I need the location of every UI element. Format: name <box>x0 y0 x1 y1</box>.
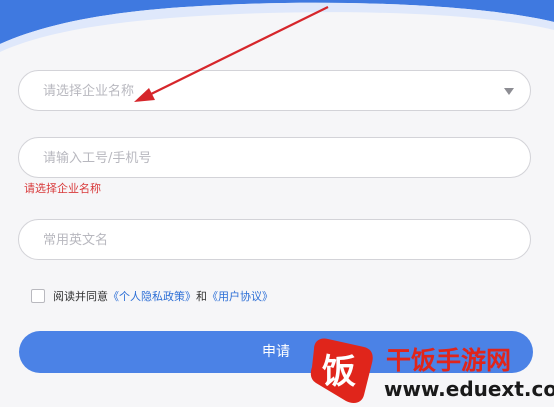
agreement-text: 阅读并同意《个人隐私政策》和《用户协议》 <box>53 288 273 304</box>
site-logo-icon: 饭 <box>310 338 373 403</box>
checkbox-icon[interactable] <box>31 289 45 303</box>
company-select[interactable]: 请选择企业名称 <box>18 70 531 111</box>
site-logo-glyph: 饭 <box>322 352 356 392</box>
english-name-placeholder: 常用英文名 <box>43 233 109 248</box>
site-watermark: 饭 干饭手游网 www.eduext.com <box>306 333 554 407</box>
site-name: 干饭手游网 <box>386 346 512 375</box>
english-name-input[interactable]: 常用英文名 <box>18 219 531 260</box>
employee-id-phone-placeholder: 请输入工号/手机号 <box>43 151 152 166</box>
agreement-prefix: 阅读并同意 <box>53 290 108 303</box>
user-agreement-link[interactable]: 《用户协议》 <box>207 290 273 303</box>
employee-id-phone-input[interactable]: 请输入工号/手机号 <box>18 137 531 178</box>
company-select-placeholder: 请选择企业名称 <box>43 84 135 99</box>
agreement-and: 和 <box>196 290 207 303</box>
privacy-policy-link[interactable]: 《个人隐私政策》 <box>108 290 196 303</box>
chevron-down-icon[interactable] <box>504 88 514 95</box>
site-url: www.eduext.com <box>384 377 554 401</box>
header-wave-decoration <box>0 0 554 52</box>
company-error-message: 请选择企业名称 <box>24 182 101 195</box>
